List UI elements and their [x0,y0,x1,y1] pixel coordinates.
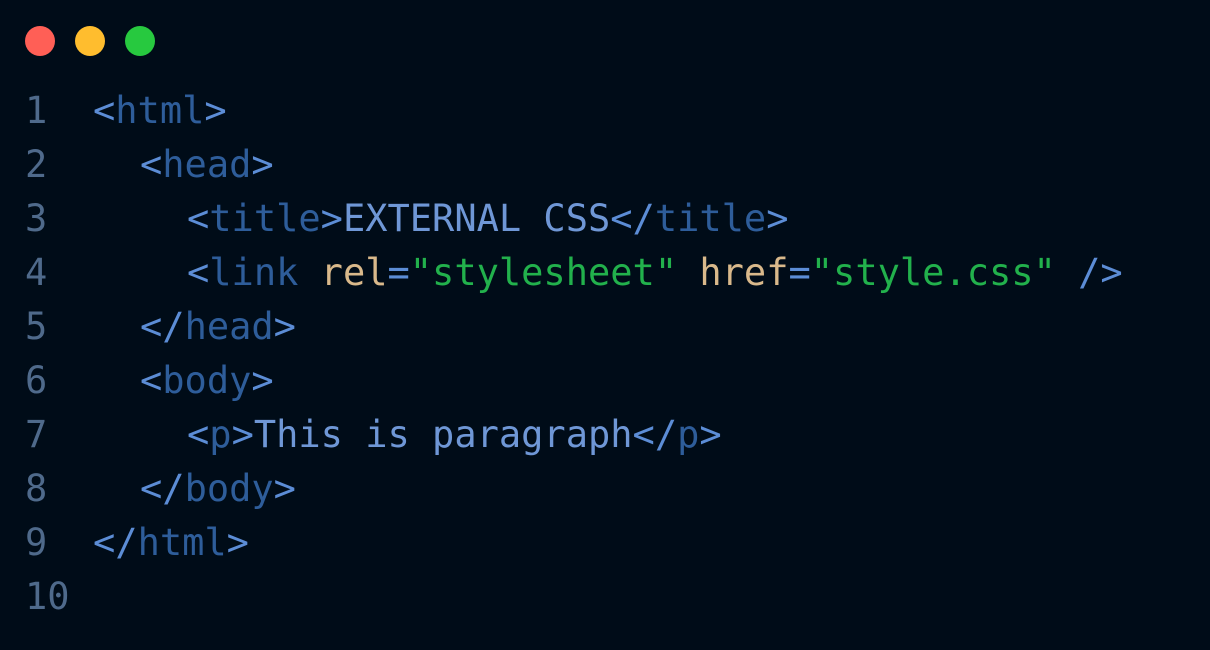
token-tag: body [162,359,252,402]
token-punct: > [273,467,296,510]
token-eq: = [387,251,410,294]
line-content: <head> [140,138,274,192]
token-text: EXTERNAL CSS [342,197,611,240]
line-number: 9 [25,521,48,564]
line-content: <title>EXTERNAL CSS</title> [187,192,789,246]
code-line: 2 <head> [0,138,1210,192]
token-tag: html [115,89,205,132]
token-punct: < [187,197,210,240]
token-text: This is paragraph [253,413,633,456]
token-punct: > [231,413,254,456]
line-number: 4 [25,251,48,294]
token-tag: link [209,251,299,294]
token-punct: < [140,359,163,402]
token-str: "stylesheet" [409,251,678,294]
token-punct: < [187,251,210,294]
line-number: 1 [25,89,48,132]
token-punct: > [320,197,343,240]
code-editor[interactable]: 1 <html> 2 <head> 3 <title>EXTERNAL CSS</titl… [0,84,1210,624]
line-number: 2 [25,143,48,186]
token-tag: p [209,413,232,456]
zoom-button[interactable] [125,26,155,56]
line-number: 10 [25,575,70,618]
line-number: 6 [25,359,48,402]
line-content: <p>This is paragraph</p> [187,408,722,462]
token-punct: </ [610,197,655,240]
token-tag: body [184,467,274,510]
code-line: 6 <body> [0,354,1210,408]
token-punct: < [187,413,210,456]
line-content: <link rel="stylesheet" href="style.css" … [187,246,1123,300]
code-window: 1 <html> 2 <head> 3 <title>EXTERNAL CSS</titl… [0,0,1210,650]
token-tag: head [162,143,252,186]
code-line: 7 <p>This is paragraph</p> [0,408,1210,462]
line-content: <html> [93,84,227,138]
token-tag: p [677,413,700,456]
code-line: 8 </body> [0,462,1210,516]
token-punct: > [766,197,789,240]
token-attr: href [699,251,789,294]
token-tag: head [184,305,274,348]
token-punct: </ [140,305,185,348]
code-line: 3 <title>EXTERNAL CSS</title> [0,192,1210,246]
minimize-button[interactable] [75,26,105,56]
token-eq: = [788,251,811,294]
code-line: 4 <link rel="stylesheet" href="style.css"… [0,246,1210,300]
close-button[interactable] [25,26,55,56]
code-line: 5 </head> [0,300,1210,354]
line-number: 5 [25,305,48,348]
token-punct: /> [1078,251,1123,294]
token-tag: title [654,197,767,240]
token-punct: > [251,359,274,402]
token-punct: > [204,89,227,132]
token-punct: </ [140,467,185,510]
code-line: 1 <html> [0,84,1210,138]
code-line: 10 [0,570,1210,624]
token-punct: > [226,521,249,564]
line-content: </head> [140,300,296,354]
token-punct: < [140,143,163,186]
line-number: 3 [25,197,48,240]
token-tag: title [209,197,321,240]
line-number: 8 [25,467,48,510]
code-line: 9 </html> [0,516,1210,570]
token-str: "style.css" [810,251,1056,294]
line-content: </html> [93,516,249,570]
token-punct: < [93,89,116,132]
line-content: <body> [140,354,274,408]
token-punct: </ [632,413,678,456]
token-punct: </ [93,521,138,564]
window-titlebar [0,0,1210,84]
line-number: 7 [25,413,48,456]
token-punct: > [251,143,274,186]
line-content: </body> [140,462,296,516]
token-punct: > [273,305,296,348]
token-punct: > [699,413,722,456]
token-attr: rel [320,251,388,294]
token-tag: html [137,521,227,564]
